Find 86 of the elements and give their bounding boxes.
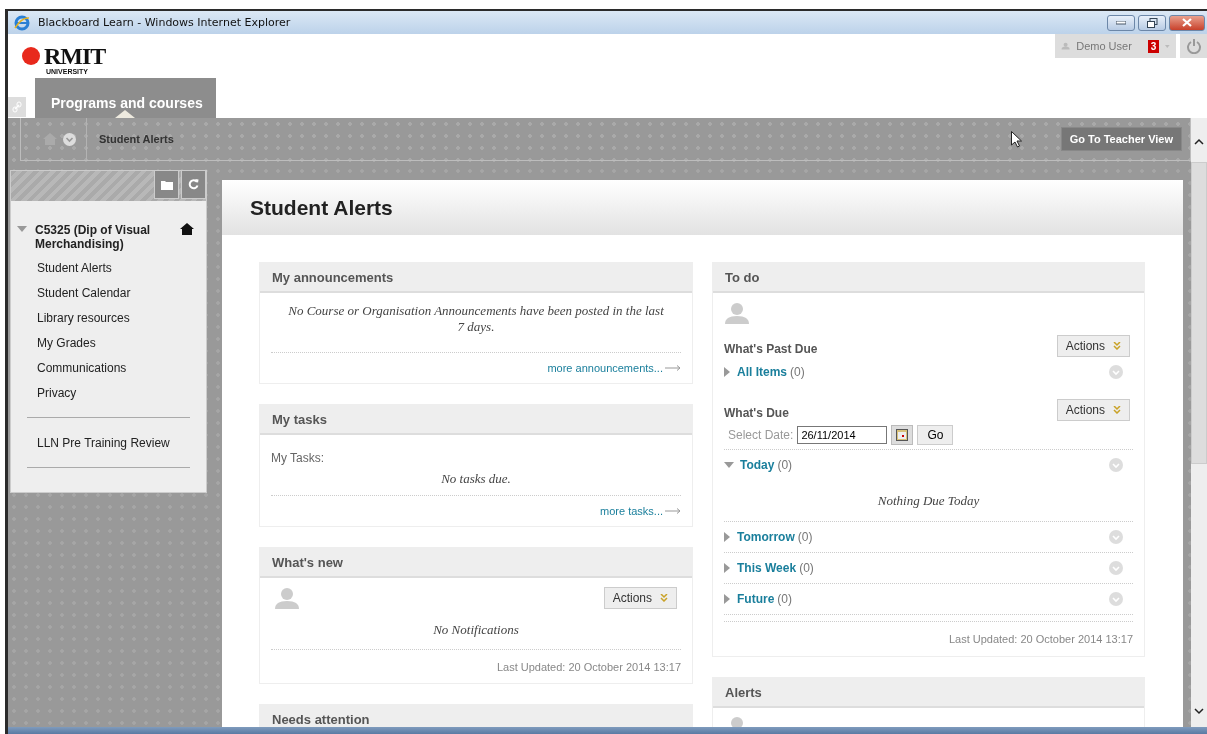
user-menu[interactable]: Demo User 3 — [1055, 34, 1176, 58]
more-link[interactable]: more tasks... — [600, 505, 663, 517]
breadcrumb[interactable]: Student Alerts — [87, 133, 174, 145]
browser-icon — [14, 14, 30, 31]
double-chevron-icon — [660, 594, 668, 602]
minimize-icon — [1116, 20, 1126, 25]
empty-message: No tasks due. — [441, 471, 511, 487]
close-button[interactable] — [1169, 14, 1205, 31]
restore-icon — [1146, 17, 1158, 28]
collapsed-triangle-icon[interactable] — [724, 367, 731, 377]
group-link[interactable]: Future — [737, 592, 775, 606]
module-title: Needs attention — [272, 711, 370, 727]
collapsed-triangle-icon[interactable] — [724, 532, 731, 542]
power-button[interactable] — [1180, 34, 1207, 58]
home-icon — [180, 223, 194, 235]
arrow-icon — [665, 365, 681, 371]
refresh-icon — [188, 179, 199, 190]
more-link[interactable]: more announcements... — [547, 362, 663, 374]
module-title: My announcements — [272, 269, 394, 285]
folder-icon — [160, 179, 173, 190]
module-title: What's new — [272, 554, 343, 570]
date-label: Select Date: — [728, 428, 794, 442]
last-updated: Last Updated: 20 October 2014 13:17 — [948, 633, 1133, 645]
calendar-button[interactable] — [891, 425, 914, 445]
expanded-triangle-icon[interactable] — [724, 461, 734, 469]
folder-button[interactable] — [154, 171, 179, 199]
menu-item[interactable]: LLN Pre Training Review — [11, 430, 170, 455]
group-link[interactable]: Tomorrow — [737, 530, 795, 544]
empty-message: No Course or Organisation Announcements have been posted in the last 7 days. — [287, 303, 665, 336]
module-title: Alerts — [725, 684, 762, 700]
dropdown-circle-icon[interactable] — [63, 132, 76, 146]
caret-icon — [1165, 43, 1170, 49]
item-count: (0) — [777, 458, 793, 472]
close-icon — [1182, 18, 1192, 27]
go-button[interactable]: Go — [917, 425, 954, 445]
group-link[interactable]: Today — [740, 458, 775, 472]
notification-badge: 3 — [1147, 39, 1160, 53]
scrollbar[interactable] — [1191, 118, 1207, 727]
user-avatar-icon — [274, 587, 300, 611]
item-count: (0) — [797, 530, 813, 544]
item-count: (0) — [799, 561, 814, 575]
tasks-label: My Tasks: — [271, 451, 326, 465]
collapsed-triangle-icon[interactable] — [724, 563, 731, 573]
restore-button[interactable] — [1138, 14, 1166, 31]
empty-message: Nothing Due Today — [877, 492, 980, 509]
menu-item[interactable]: Student Calendar — [11, 280, 131, 305]
menu-item[interactable]: Library resources — [11, 305, 130, 330]
user-icon — [1061, 40, 1071, 52]
user-name: Demo User — [1076, 40, 1132, 52]
actions-button[interactable]: Actions — [603, 587, 677, 609]
actions-button[interactable]: Actions — [1056, 399, 1130, 421]
actions-button[interactable]: Actions — [1056, 335, 1130, 357]
date-field[interactable]: 26/11/2014 — [797, 426, 888, 444]
last-updated: Last Updated: 20 October 2014 13:17 — [496, 660, 681, 673]
scroll-down-icon[interactable] — [1194, 707, 1204, 715]
arrow-icon — [665, 508, 681, 514]
calendar-icon — [896, 429, 909, 441]
double-chevron-icon — [1113, 342, 1121, 350]
group-link[interactable]: All Items — [737, 365, 787, 379]
menu-item[interactable]: My Grades — [11, 330, 96, 355]
teacher-view-button[interactable]: Go To Teacher View — [1060, 127, 1182, 151]
user-avatar-icon — [724, 302, 750, 326]
module-title: My tasks — [272, 411, 327, 427]
logo-mark-icon — [20, 46, 42, 66]
window-title: Blackboard Learn - Windows Internet Explorer — [38, 16, 291, 29]
refresh-button[interactable] — [181, 171, 206, 199]
double-chevron-icon — [1113, 406, 1121, 414]
power-icon — [1185, 38, 1202, 54]
module-title: To do — [725, 269, 760, 285]
cursor-icon — [1010, 130, 1023, 148]
collapsed-triangle-icon[interactable] — [724, 594, 731, 604]
empty-message: No Notifications — [433, 622, 519, 638]
menu-item[interactable]: Student Alerts — [11, 255, 112, 280]
page-title: Student Alerts — [250, 195, 393, 220]
item-count: (0) — [790, 365, 805, 379]
course-title[interactable]: C5325 (Dip of Visual Merchandising) — [35, 223, 172, 251]
expanded-triangle-icon[interactable] — [17, 226, 27, 233]
logo-text: RMIT — [44, 44, 106, 68]
section-heading: What's Past Due — [724, 342, 818, 356]
link-icon — [12, 101, 22, 113]
menu-item[interactable]: Communications — [11, 355, 127, 380]
item-count: (0) — [777, 592, 792, 606]
menu-item[interactable]: Privacy — [11, 380, 77, 405]
scroll-up-icon[interactable] — [1194, 138, 1204, 146]
section-heading: What's Due — [724, 406, 789, 420]
group-link[interactable]: This Week — [737, 561, 797, 575]
